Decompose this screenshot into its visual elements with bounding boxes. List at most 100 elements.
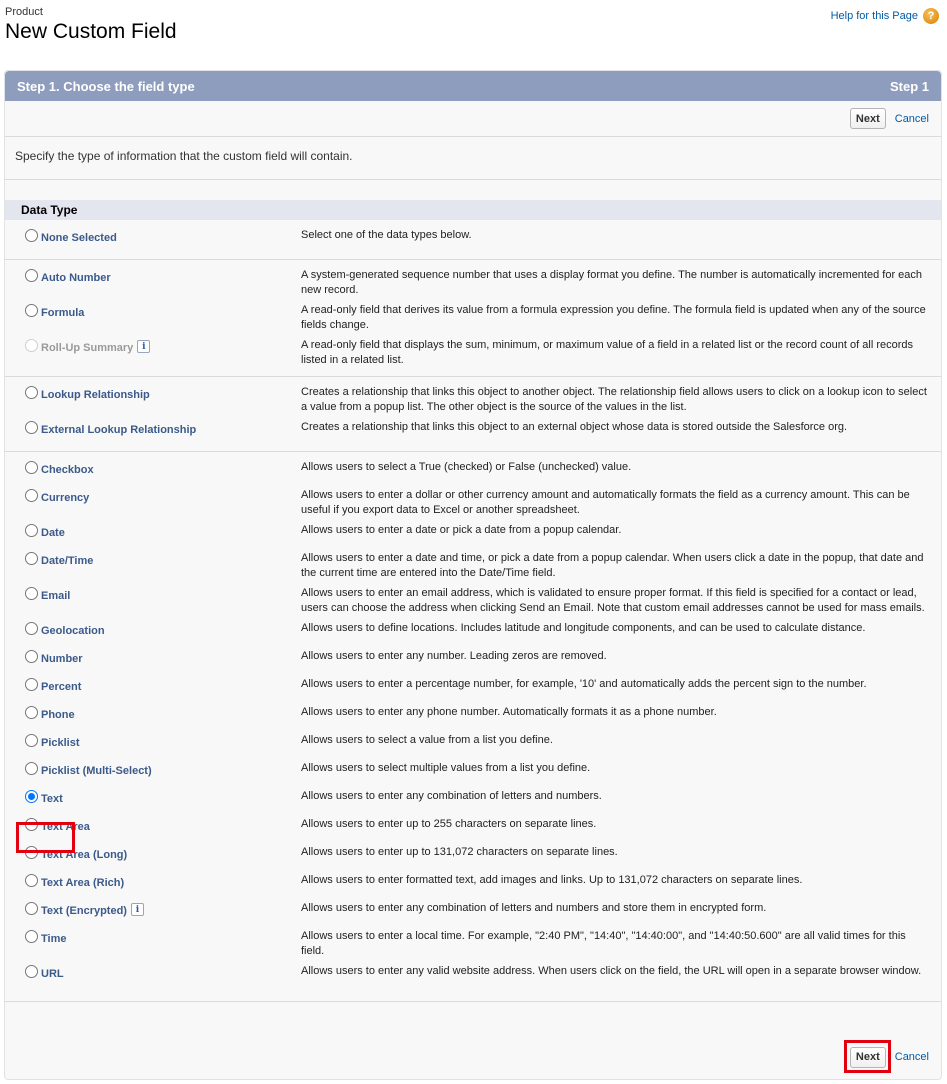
data-type-option-formula[interactable]: Formula [5, 298, 301, 333]
data-type-label[interactable]: External Lookup Relationship [41, 424, 196, 436]
data-type-label: Roll-Up Summary [41, 342, 134, 354]
data-type-option-text-encrypted[interactable]: Text (Encrypted) i [5, 896, 301, 924]
radio-text-area-long[interactable] [25, 846, 38, 859]
cancel-link-bottom[interactable]: Cancel [895, 1051, 929, 1063]
data-type-label[interactable]: Time [41, 933, 66, 945]
radio-none-selected[interactable] [25, 229, 38, 242]
data-type-description: Allows users to define locations. Includ… [301, 622, 866, 634]
data-type-option-text-area-rich[interactable]: Text Area (Rich) [5, 868, 301, 896]
radio-text[interactable] [25, 790, 38, 803]
radio-picklist[interactable] [25, 734, 38, 747]
data-type-label[interactable]: Text Area (Long) [41, 849, 127, 861]
next-button-bottom[interactable]: Next [849, 1046, 886, 1068]
data-type-label[interactable]: Picklist (Multi-Select) [41, 765, 152, 777]
radio-phone[interactable] [25, 706, 38, 719]
data-type-description: Allows users to enter any number. Leadin… [301, 650, 607, 662]
data-type-option-picklist[interactable]: Picklist [5, 728, 301, 756]
data-type-label[interactable]: Date/Time [41, 555, 93, 567]
data-type-option-currency[interactable]: Currency [5, 483, 301, 518]
radio-currency[interactable] [25, 489, 38, 502]
data-type-option-number[interactable]: Number [5, 644, 301, 672]
data-type-row: Checkbox Allows users to select a True (c… [5, 455, 941, 483]
data-type-row: Currency Allows users to enter a dollar o… [5, 483, 941, 518]
radio-auto-number[interactable] [25, 269, 38, 282]
data-type-row: Formula A read-only field that derives it… [5, 298, 941, 333]
radio-email[interactable] [25, 587, 38, 600]
data-type-description: A system-generated sequence number that … [301, 269, 923, 296]
data-type-option-geolocation[interactable]: Geolocation [5, 616, 301, 644]
data-type-label[interactable]: Auto Number [41, 272, 111, 284]
data-type-option-checkbox[interactable]: Checkbox [5, 455, 301, 483]
radio-number[interactable] [25, 650, 38, 663]
data-type-option-none-selected[interactable]: None Selected [5, 223, 301, 251]
data-type-label[interactable]: Checkbox [41, 464, 94, 476]
radio-url[interactable] [25, 965, 38, 978]
panel-header: Step 1. Choose the field type Step 1 [5, 71, 941, 101]
info-icon[interactable]: i [137, 340, 151, 353]
info-icon[interactable]: i [130, 903, 144, 916]
data-type-description: Allows users to select a value from a li… [301, 734, 553, 746]
radio-text-encrypted[interactable] [25, 902, 38, 915]
radio-picklist-multi-select[interactable] [25, 762, 38, 775]
data-type-option-date-time[interactable]: Date/Time [5, 546, 301, 581]
data-type-option-text[interactable]: Text [5, 784, 301, 812]
help-link[interactable]: Help for this Page ? [831, 8, 939, 24]
data-type-label[interactable]: Date [41, 527, 65, 539]
data-type-row: Text Area (Long) Allows users to enter up… [5, 840, 941, 868]
radio-time[interactable] [25, 930, 38, 943]
data-type-row: Roll-Up Summary i A read-only field that d… [5, 333, 941, 368]
data-type-label[interactable]: Number [41, 653, 83, 665]
data-type-label[interactable]: Lookup Relationship [41, 389, 150, 401]
data-type-label[interactable]: Text (Encrypted) [41, 905, 127, 917]
radio-external-lookup-relationship[interactable] [25, 421, 38, 434]
data-type-option-time[interactable]: Time [5, 924, 301, 959]
data-type-option-email[interactable]: Email [5, 581, 301, 616]
data-type-row: Picklist (Multi-Select) Allows users to s… [5, 756, 941, 784]
data-type-option-picklist-multi-select[interactable]: Picklist (Multi-Select) [5, 756, 301, 784]
data-type-option-lookup-relationship[interactable]: Lookup Relationship [5, 380, 301, 415]
data-type-row: Percent Allows users to enter a percentag… [5, 672, 941, 700]
data-type-option-phone[interactable]: Phone [5, 700, 301, 728]
radio-date-time[interactable] [25, 552, 38, 565]
data-type-label[interactable]: Phone [41, 709, 75, 721]
data-type-row: Time Allows users to enter a local time. … [5, 924, 941, 959]
data-type-option-text-area[interactable]: Text Area [5, 812, 301, 840]
radio-lookup-relationship[interactable] [25, 386, 38, 399]
cancel-link-top[interactable]: Cancel [895, 113, 929, 125]
data-type-description: Allows users to enter any valid website … [301, 965, 922, 977]
data-type-label[interactable]: Geolocation [41, 625, 105, 637]
data-type-label[interactable]: Text [41, 793, 63, 805]
data-type-label[interactable]: Percent [41, 681, 81, 693]
radio-formula[interactable] [25, 304, 38, 317]
data-type-option-external-lookup-relationship[interactable]: External Lookup Relationship [5, 415, 301, 443]
data-type-description: Allows users to enter any combination of… [301, 790, 602, 802]
radio-percent[interactable] [25, 678, 38, 691]
data-type-description: Allows users to select a True (checked) … [301, 461, 632, 473]
data-type-label[interactable]: Picklist [41, 737, 80, 749]
data-type-row: Text (Encrypted) i Allows users to enter a… [5, 896, 941, 924]
data-type-option-date[interactable]: Date [5, 518, 301, 546]
data-type-label[interactable]: Email [41, 590, 70, 602]
data-type-option-percent[interactable]: Percent [5, 672, 301, 700]
data-type-option-url[interactable]: URL [5, 959, 301, 987]
data-type-option-auto-number[interactable]: Auto Number [5, 263, 301, 298]
radio-date[interactable] [25, 524, 38, 537]
step-panel: Step 1. Choose the field type Step 1 Nex… [4, 70, 942, 1080]
data-type-label[interactable]: Currency [41, 492, 89, 504]
data-type-label[interactable]: Text Area [41, 821, 90, 833]
data-type-label[interactable]: Text Area (Rich) [41, 877, 124, 889]
data-type-group: Lookup Relationship Creates a relationshi… [5, 377, 941, 452]
radio-text-area[interactable] [25, 818, 38, 831]
data-type-section-header: Data Type [5, 200, 941, 220]
data-type-option-text-area-long[interactable]: Text Area (Long) [5, 840, 301, 868]
next-button-top[interactable]: Next [849, 108, 886, 129]
radio-text-area-rich[interactable] [25, 874, 38, 887]
data-type-label[interactable]: URL [41, 968, 64, 980]
data-type-description: Allows users to enter a date or pick a d… [301, 524, 622, 536]
data-type-row: Email Allows users to enter an email addr… [5, 581, 941, 616]
instruction-text: Specify the type of information that the… [5, 137, 941, 180]
data-type-label[interactable]: None Selected [41, 232, 117, 244]
data-type-label[interactable]: Formula [41, 307, 84, 319]
radio-checkbox[interactable] [25, 461, 38, 474]
radio-geolocation[interactable] [25, 622, 38, 635]
